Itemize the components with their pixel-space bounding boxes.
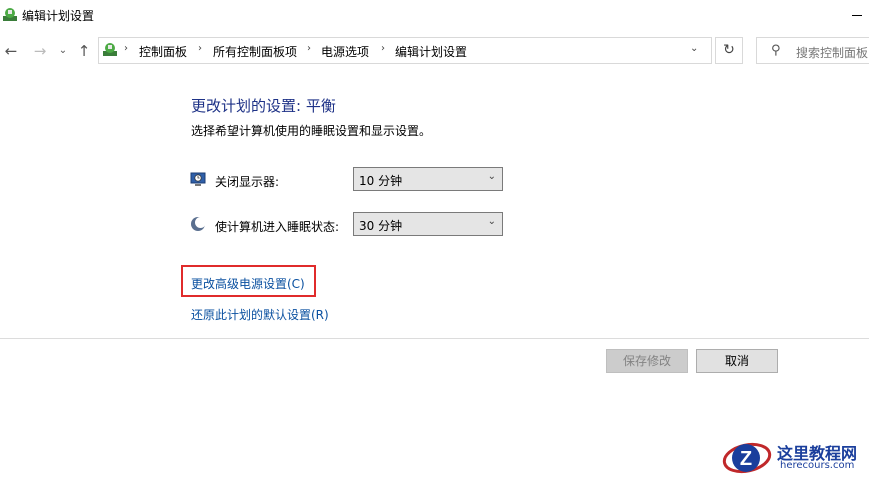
breadcrumb-power-options[interactable]: 电源选项 <box>321 43 369 60</box>
watermark-url: herecours.com <box>780 460 855 471</box>
sleep-value: 30 分钟 <box>359 219 403 233</box>
display-off-label: 关闭显示器: <box>215 175 280 189</box>
chevron-down-icon[interactable]: ⌄ <box>690 43 698 54</box>
display-off-select[interactable]: 10 分钟 ⌄ <box>353 167 503 191</box>
breadcrumb-separator: › <box>124 43 128 54</box>
title-bar <box>0 0 869 32</box>
breadcrumb-edit-plan[interactable]: 编辑计划设置 <box>395 43 467 60</box>
breadcrumb-all-items[interactable]: 所有控制面板项 <box>213 43 297 60</box>
advanced-power-settings-link[interactable]: 更改高级电源设置(C) <box>191 275 305 292</box>
restore-defaults-link[interactable]: 还原此计划的默认设置(R) <box>191 306 329 323</box>
breadcrumb-separator: › <box>307 43 311 54</box>
breadcrumb-separator: › <box>198 43 202 54</box>
recent-locations-icon[interactable]: ⌄ <box>56 40 70 62</box>
breadcrumb-control-panel[interactable]: 控制面板 <box>139 43 187 60</box>
watermark-letter: Z <box>740 448 752 470</box>
sleep-label: 使计算机进入睡眠状态: <box>215 220 340 234</box>
up-button[interactable]: ↑ <box>74 40 94 62</box>
display-off-value: 10 分钟 <box>359 174 403 188</box>
save-button[interactable]: 保存修改 <box>606 349 688 373</box>
moon-icon <box>191 217 206 231</box>
divider <box>0 338 869 339</box>
breadcrumb-separator: › <box>381 43 385 54</box>
chevron-down-icon: ⌄ <box>487 216 496 227</box>
refresh-button[interactable]: ↻ <box>715 37 743 64</box>
forward-button[interactable]: → <box>30 40 50 62</box>
chevron-down-icon: ⌄ <box>487 171 496 182</box>
cancel-button[interactable]: 取消 <box>696 349 778 373</box>
sleep-select[interactable]: 30 分钟 ⌄ <box>353 212 503 236</box>
minimize-button[interactable] <box>846 0 869 32</box>
control-panel-icon <box>103 43 117 56</box>
watermark-logo-icon: Z <box>722 442 772 474</box>
window-title: 编辑计划设置 <box>22 9 95 23</box>
search-icon: ⚲ <box>771 43 781 58</box>
page-subtitle: 选择希望计算机使用的睡眠设置和显示设置。 <box>191 124 432 138</box>
page-title: 更改计划的设置: 平衡 <box>191 97 336 115</box>
power-options-icon <box>3 8 17 21</box>
search-input[interactable]: 搜索控制面板 <box>796 44 868 61</box>
monitor-clock-icon <box>190 172 206 186</box>
back-button[interactable]: ← <box>1 40 21 62</box>
